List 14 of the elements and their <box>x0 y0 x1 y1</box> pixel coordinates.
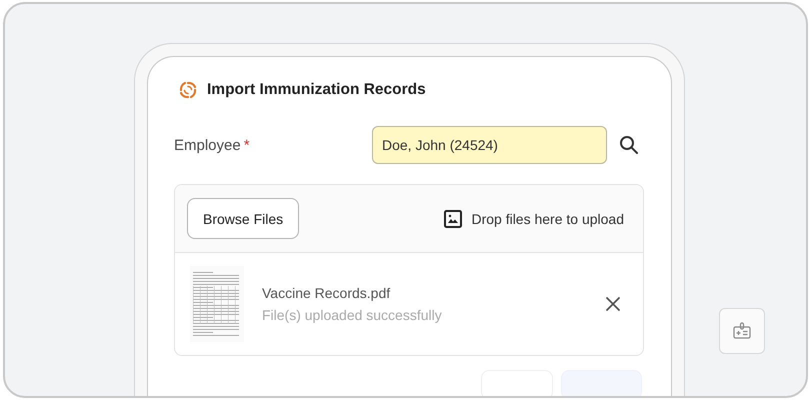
search-icon[interactable] <box>619 135 639 155</box>
drop-hint: Drop files here to upload <box>471 210 624 226</box>
id-badge-icon <box>732 321 752 341</box>
file-name: Vaccine Records.pdf <box>262 285 392 301</box>
image-icon <box>444 210 462 228</box>
upload-dropzone[interactable]: Browse Files Drop files here to upload Vaccine Records.pdf File(s) uploaded successfully <box>174 184 644 356</box>
browse-files-button[interactable]: Browse Files <box>187 198 300 239</box>
close-icon[interactable] <box>605 296 621 312</box>
dialog-title: Import Immunization Records <box>207 81 426 99</box>
employee-field[interactable]: Doe, John (24524) <box>372 126 607 164</box>
logo-icon <box>178 80 198 100</box>
upload-status: File(s) uploaded successfully <box>262 307 442 323</box>
field-label: Employee * <box>174 136 251 154</box>
add-badge-button[interactable] <box>719 308 765 354</box>
